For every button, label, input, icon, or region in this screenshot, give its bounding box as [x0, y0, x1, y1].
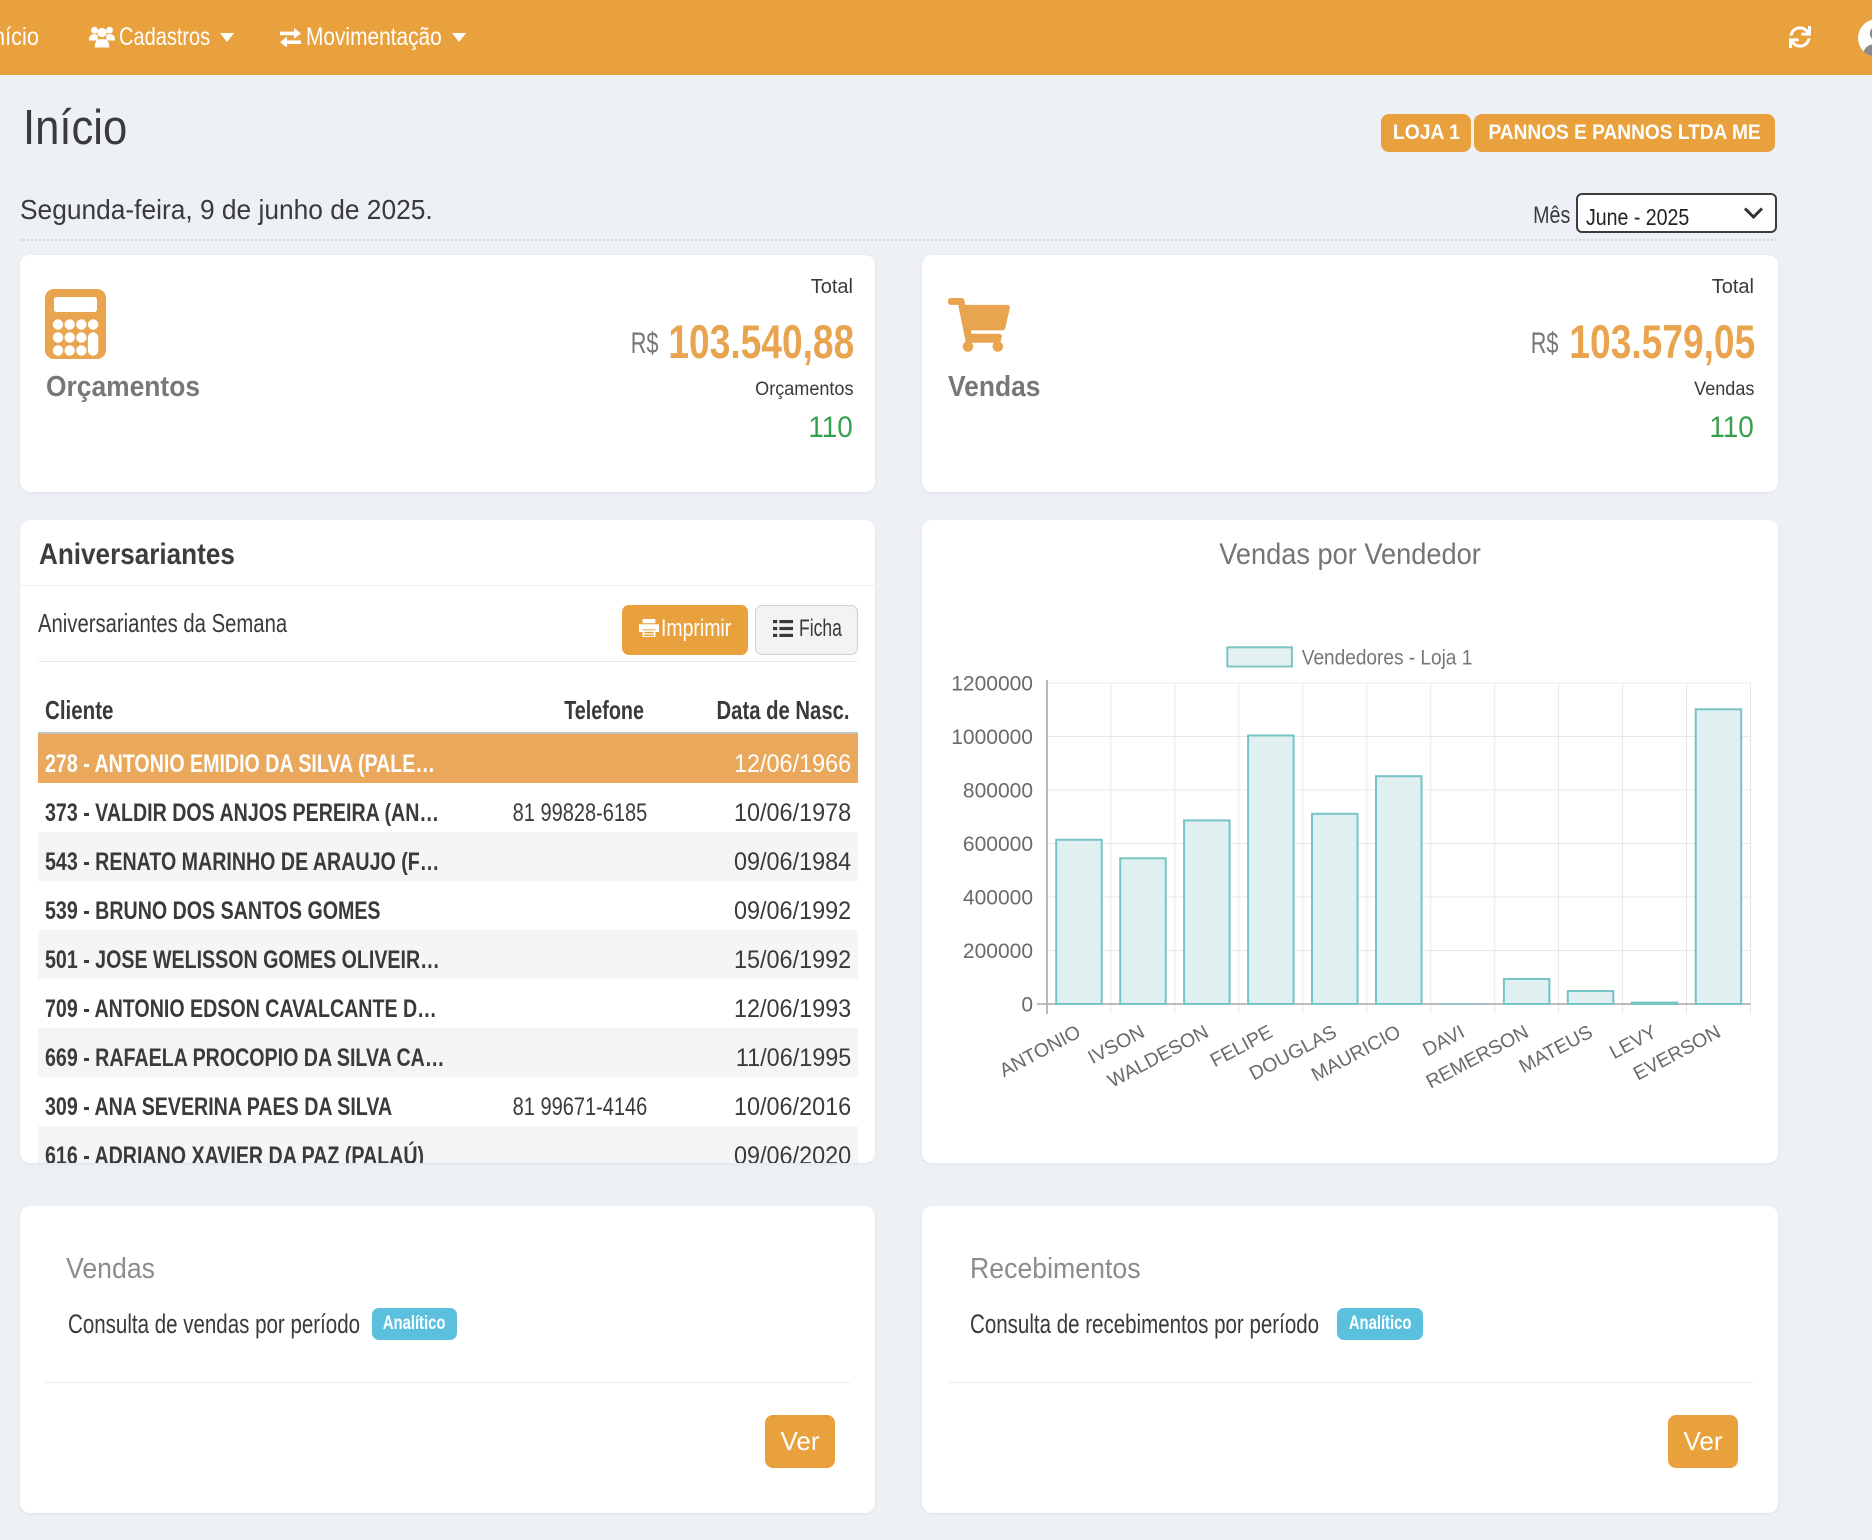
svg-text:Vendas por Vendedor: Vendas por Vendedor: [1219, 538, 1481, 571]
svg-text:0: 0: [1021, 993, 1033, 1016]
svg-text:1200000: 1200000: [951, 672, 1033, 695]
svg-text:MATEUS: MATEUS: [1516, 1021, 1597, 1078]
svg-text:1000000: 1000000: [951, 726, 1033, 749]
svg-text:400000: 400000: [963, 886, 1033, 909]
svg-text:ANTONIO: ANTONIO: [996, 1021, 1084, 1082]
svg-text:Vendedores - Loja 1: Vendedores - Loja 1: [1302, 647, 1473, 670]
svg-text:600000: 600000: [963, 833, 1033, 856]
svg-text:200000: 200000: [963, 940, 1033, 963]
svg-text:800000: 800000: [963, 779, 1033, 802]
